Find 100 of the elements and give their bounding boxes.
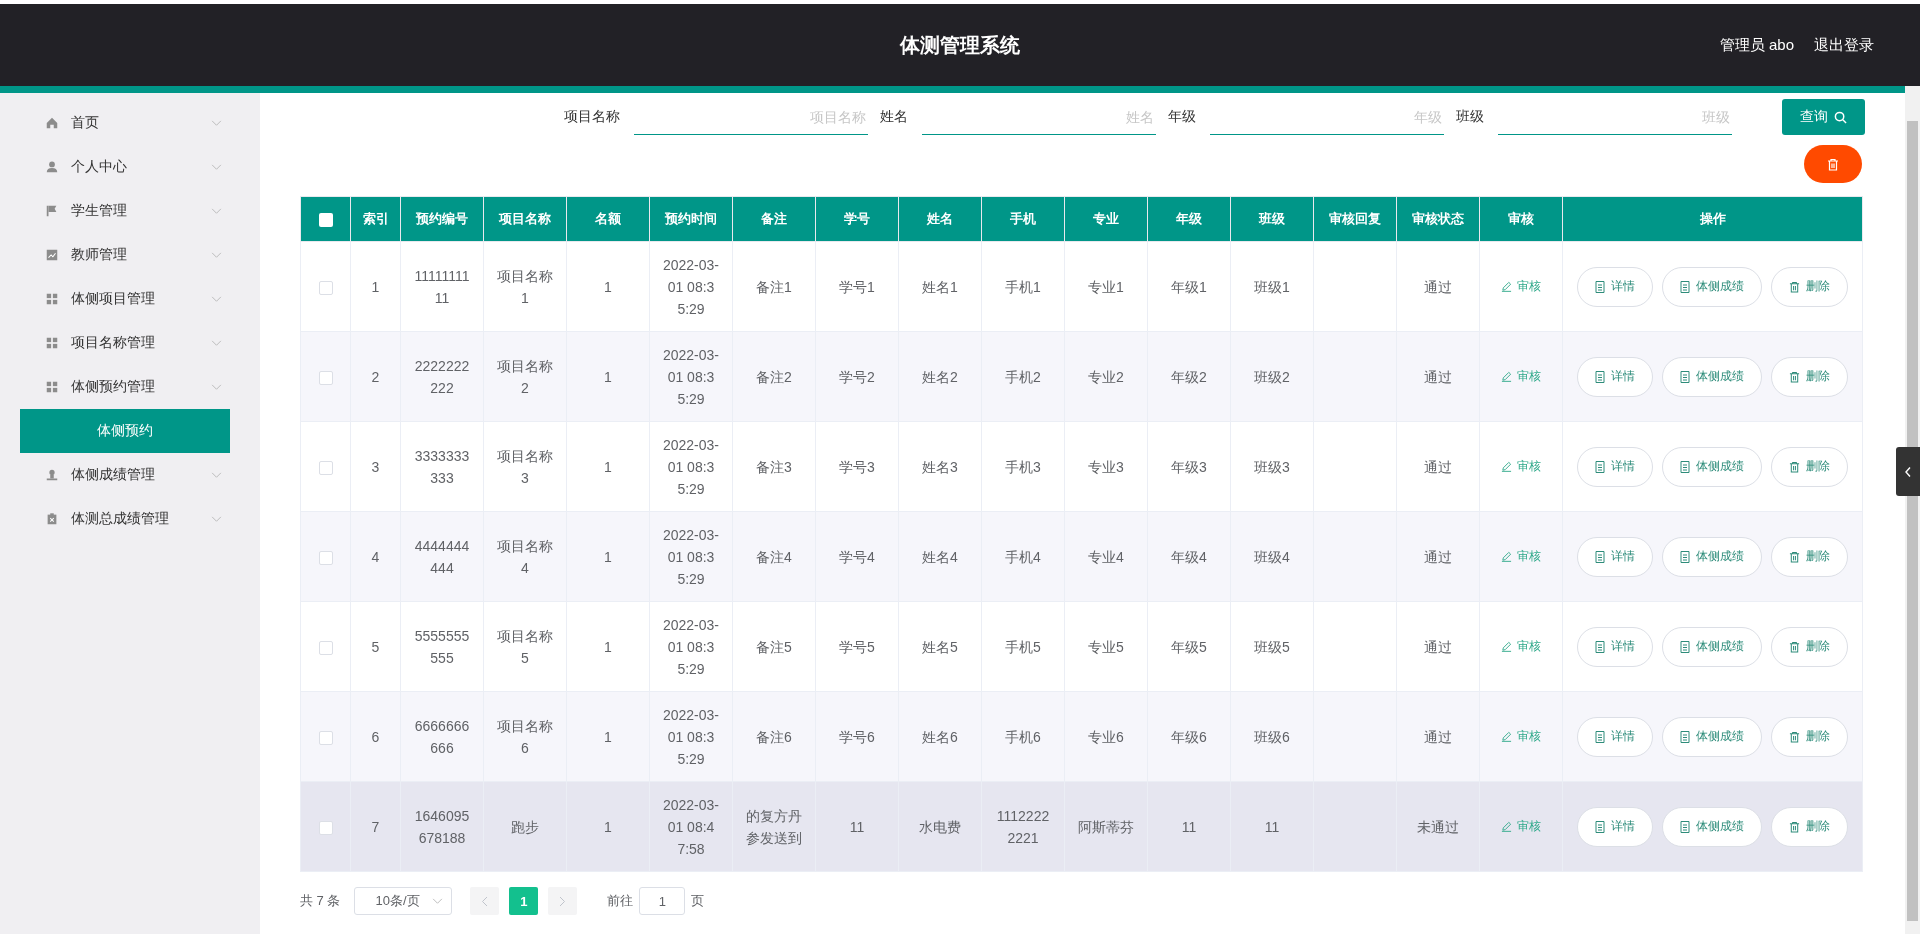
table-cell: 未通过 (1396, 781, 1480, 872)
audit-link[interactable]: 审核 (1501, 725, 1541, 748)
action-button[interactable]: 详情 (1577, 536, 1653, 577)
chart-icon (45, 248, 59, 262)
sidebar-item[interactable]: 体测总成绩管理 (0, 497, 260, 541)
sidebar-item[interactable]: 体侧成绩管理 (0, 453, 260, 497)
page-button[interactable]: 1 (509, 887, 539, 915)
action-button[interactable]: 详情 (1577, 806, 1653, 847)
table-cell: 2022-03-01 08:35:29 (649, 331, 733, 422)
table-cell: 4 (350, 511, 401, 602)
action-button[interactable]: 体侧成绩 (1662, 266, 1762, 307)
row-checkbox[interactable] (318, 460, 333, 475)
grid-icon (45, 380, 59, 394)
action-button[interactable]: 删除 (1771, 626, 1848, 667)
table-cell: 4444444444 (400, 511, 484, 602)
table-cell: 7 (350, 781, 401, 872)
audit-link[interactable]: 审核 (1501, 815, 1541, 838)
table-cell: 1 (566, 421, 650, 512)
action-button[interactable]: 详情 (1577, 266, 1653, 307)
action-button[interactable]: 体侧成绩 (1662, 356, 1762, 397)
sidebar-item[interactable]: 项目名称管理 (0, 321, 260, 365)
table-cell: 备注2 (732, 331, 816, 422)
document-icon (1595, 640, 1605, 653)
table-row[interactable]: 7 1646095678188 跑步 1 2022-03-01 08:47:58 的复方丹参发送到 11 水电费 11122222221 阿斯蒂芬 11 11 未通过 审核 详情 体侧成绩 删除 (300, 781, 1863, 872)
search-field[interactable]: 姓名 (922, 99, 1156, 135)
action-button[interactable]: 详情 (1577, 356, 1653, 397)
table-cell: 手机1 (981, 241, 1065, 332)
sidebar-item[interactable]: 首页 (0, 101, 260, 145)
action-button[interactable]: 详情 (1577, 626, 1653, 667)
table-cell: 学号1 (815, 241, 899, 332)
search-field[interactable]: 年级 (1210, 99, 1444, 135)
chevron-down-icon (432, 897, 444, 905)
action-button[interactable]: 删除 (1771, 356, 1848, 397)
row-checkbox[interactable] (318, 550, 333, 565)
page-size-select[interactable]: 10条/页 (354, 887, 453, 915)
audit-link[interactable]: 审核 (1501, 455, 1541, 478)
table-row[interactable]: 6 6666666666 项目名称6 1 2022-03-01 08:35:29 备注6 学号6 姓名6 手机6 专业6 年级6 班级6 通过 审核 详情 体侧成绩 删除 (300, 691, 1863, 782)
audit-link[interactable]: 审核 (1501, 275, 1541, 298)
table-cell: 通过 (1396, 241, 1480, 332)
sidebar-subitem[interactable]: 体侧预约 (20, 409, 230, 453)
sidebar-item[interactable]: 学生管理 (0, 189, 260, 233)
table-row[interactable]: 3 3333333333 项目名称3 1 2022-03-01 08:35:29 备注3 学号3 姓名3 手机3 专业3 年级3 班级3 通过 审核 详情 体侧成绩 删除 (300, 421, 1863, 512)
action-button[interactable]: 删除 (1771, 536, 1848, 577)
search-button[interactable]: 查询 (1782, 99, 1865, 135)
table-cell: 通过 (1396, 691, 1480, 782)
audit-link[interactable]: 审核 (1501, 635, 1541, 658)
table-row[interactable]: 4 4444444444 项目名称4 1 2022-03-01 08:35:29 备注4 学号4 姓名4 手机4 专业4 年级4 班级4 通过 审核 详情 体侧成绩 删除 (300, 511, 1863, 602)
select-all-checkbox[interactable] (318, 212, 333, 227)
audit-link[interactable]: 审核 (1501, 365, 1541, 388)
prev-page-button[interactable] (470, 887, 500, 915)
sidebar-item[interactable]: 个人中心 (0, 145, 260, 189)
row-checkbox[interactable] (318, 370, 333, 385)
action-button[interactable]: 体侧成绩 (1662, 626, 1762, 667)
table-cell: 项目名称6 (483, 691, 567, 782)
sidebar-item[interactable]: 教师管理 (0, 233, 260, 277)
pencil-icon (1501, 820, 1512, 832)
document-icon (1680, 640, 1690, 653)
column-header: 专业 (1064, 196, 1148, 242)
table-row[interactable]: 2 2222222222 项目名称2 1 2022-03-01 08:35:29 备注2 学号2 姓名2 手机2 专业2 年级2 班级2 通过 审核 详情 体侧成绩 删除 (300, 331, 1863, 422)
column-header: 学号 (815, 196, 899, 242)
scrollbar[interactable] (1905, 86, 1920, 934)
field-label: 项目名称 (564, 108, 620, 126)
document-icon (1595, 820, 1605, 833)
audit-link[interactable]: 审核 (1501, 545, 1541, 568)
trash-icon (1789, 280, 1800, 293)
action-button[interactable]: 删除 (1771, 716, 1848, 757)
row-checkbox[interactable] (318, 730, 333, 745)
sidebar-item[interactable]: 体侧预约管理 (0, 365, 260, 409)
action-button[interactable]: 详情 (1577, 446, 1653, 487)
action-button[interactable]: 详情 (1577, 716, 1653, 757)
action-button[interactable]: 体侧成绩 (1662, 806, 1762, 847)
logout-link[interactable]: 退出登录 (1814, 35, 1874, 55)
column-header: 预约时间 (649, 196, 733, 242)
document-icon (1595, 550, 1605, 563)
row-checkbox[interactable] (318, 820, 333, 835)
table-cell: 班级6 (1230, 691, 1314, 782)
action-button[interactable]: 删除 (1771, 806, 1848, 847)
table-cell: 学号4 (815, 511, 899, 602)
document-icon (1680, 730, 1690, 743)
chevron-down-icon (211, 163, 222, 171)
table-cell: 2222222222 (400, 331, 484, 422)
action-button[interactable]: 体侧成绩 (1662, 536, 1762, 577)
sidebar-item[interactable]: 体侧项目管理 (0, 277, 260, 321)
delete-button[interactable] (1804, 145, 1862, 183)
next-page-button[interactable] (548, 887, 578, 915)
action-button[interactable]: 删除 (1771, 266, 1848, 307)
row-checkbox[interactable] (318, 640, 333, 655)
table-cell: 学号2 (815, 331, 899, 422)
table-cell: 项目名称3 (483, 421, 567, 512)
page-input[interactable]: 1 (639, 887, 686, 915)
document-icon (1595, 370, 1605, 383)
collapse-handle[interactable] (1896, 447, 1920, 496)
table-row[interactable]: 1 1111111111 项目名称1 1 2022-03-01 08:35:29 备注1 学号1 姓名1 手机1 专业1 年级1 班级1 通过 审核 详情 体侧成绩 删除 (300, 241, 1863, 332)
action-button[interactable]: 体侧成绩 (1662, 446, 1762, 487)
table-cell: 学号3 (815, 421, 899, 512)
row-checkbox[interactable] (318, 280, 333, 295)
user-name: 管理员 abo (1719, 35, 1794, 55)
action-button[interactable]: 体侧成绩 (1662, 716, 1762, 757)
action-button[interactable]: 删除 (1771, 446, 1848, 487)
table-row[interactable]: 5 5555555555 项目名称5 1 2022-03-01 08:35:29 备注5 学号5 姓名5 手机5 专业5 年级5 班级5 通过 审核 详情 体侧成绩 删除 (300, 601, 1863, 692)
